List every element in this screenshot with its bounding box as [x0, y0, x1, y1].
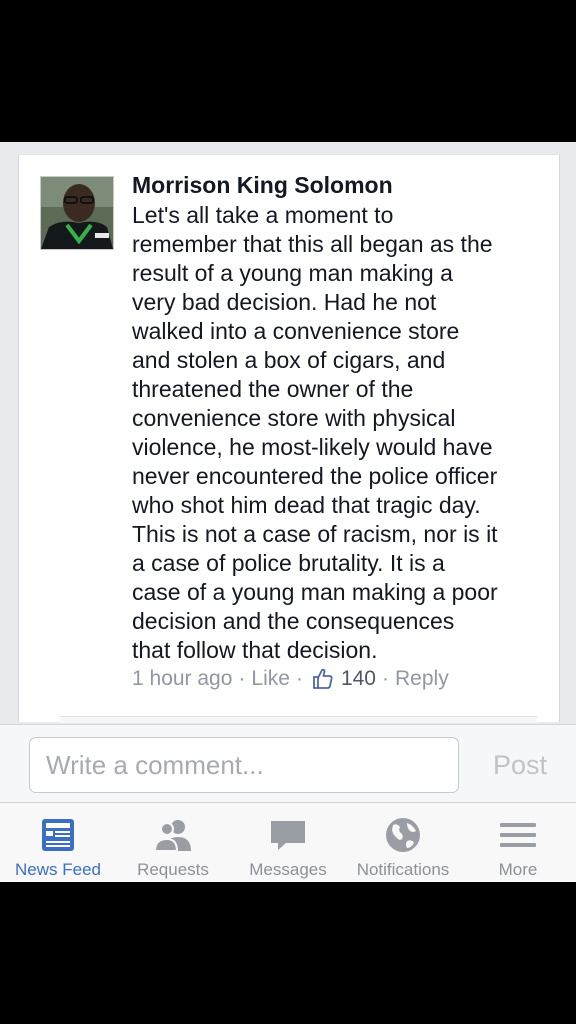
comment-meta: 1 hour ago · Like · 140 · Reply: [132, 667, 449, 691]
comment-text-line: a case of police brutality. It is a: [132, 550, 445, 576]
tab-messages[interactable]: Messages: [230, 803, 346, 883]
comment-text-line: convenience store with physical: [132, 405, 456, 431]
comment-author[interactable]: Morrison King Solomon: [132, 172, 393, 199]
tab-news-feed[interactable]: News Feed: [0, 803, 116, 883]
comment-text: Let's all take a moment to remember that …: [132, 201, 547, 665]
messages-icon: [268, 815, 308, 855]
tab-more[interactable]: More: [460, 803, 576, 883]
comment-text-line: threatened the owner of the: [132, 376, 414, 402]
comment-composer: Post: [0, 724, 576, 803]
reply-button[interactable]: Reply: [395, 667, 449, 691]
comment-text-line: result of a young man making a: [132, 260, 453, 286]
separator-dot: ·: [382, 667, 389, 690]
like-count[interactable]: 140: [341, 667, 376, 691]
comment-text-line: walked into a convenience store: [132, 318, 460, 344]
tab-label: Messages: [249, 860, 327, 879]
menu-icon: [498, 815, 538, 855]
comment-text-line: and stolen a box of cigars, and: [132, 347, 446, 373]
comment-text-line: never encountered the police officer: [132, 463, 498, 489]
comment-text-line: decision and the consequences: [132, 608, 455, 634]
comment-input[interactable]: [29, 737, 459, 793]
comment-screen: Morrison King Solomon Let's all take a m…: [0, 142, 576, 883]
comment-text-line: very bad decision. Had he not: [132, 289, 437, 315]
comment-text-line: violence, he most-likely would have: [132, 434, 493, 460]
tab-label: Requests: [137, 860, 209, 879]
separator-dot: ·: [295, 667, 303, 690]
bottom-letterbox: [0, 882, 576, 1024]
thumbs-up-icon[interactable]: [311, 667, 335, 691]
tab-label: More: [498, 860, 538, 879]
comment-text-line: case of a young man making a poor: [132, 579, 498, 605]
globe-icon: [383, 815, 423, 855]
friend-requests-icon: [153, 815, 193, 855]
tab-requests[interactable]: Requests: [115, 803, 231, 883]
divider: [18, 154, 558, 155]
comment-timestamp[interactable]: 1 hour ago: [132, 667, 232, 691]
post-button[interactable]: Post: [480, 737, 560, 793]
next-item-peek: [60, 716, 537, 723]
avatar[interactable]: [40, 176, 114, 250]
tab-notifications[interactable]: Notifications: [345, 803, 461, 883]
top-letterbox: [0, 0, 576, 142]
tab-label: News Feed: [15, 860, 101, 879]
separator-dot: ·: [238, 667, 246, 690]
comment-text-line: that follow that decision.: [132, 637, 378, 663]
comment-text-line: remember that this all began as the: [132, 231, 493, 257]
comment-text-line: This is not a case of racism, nor is it: [132, 521, 498, 547]
tab-bar: News Feed Requests Messages Notification…: [0, 802, 576, 883]
like-button[interactable]: Like: [251, 667, 290, 691]
comment-text-line: who shot him dead that tragic day.: [132, 492, 481, 518]
news-feed-icon: [38, 815, 78, 855]
avatar-photo: [41, 177, 113, 249]
comment-text-line: Let's all take a moment to: [132, 202, 394, 228]
tab-label: Notifications: [356, 860, 450, 879]
